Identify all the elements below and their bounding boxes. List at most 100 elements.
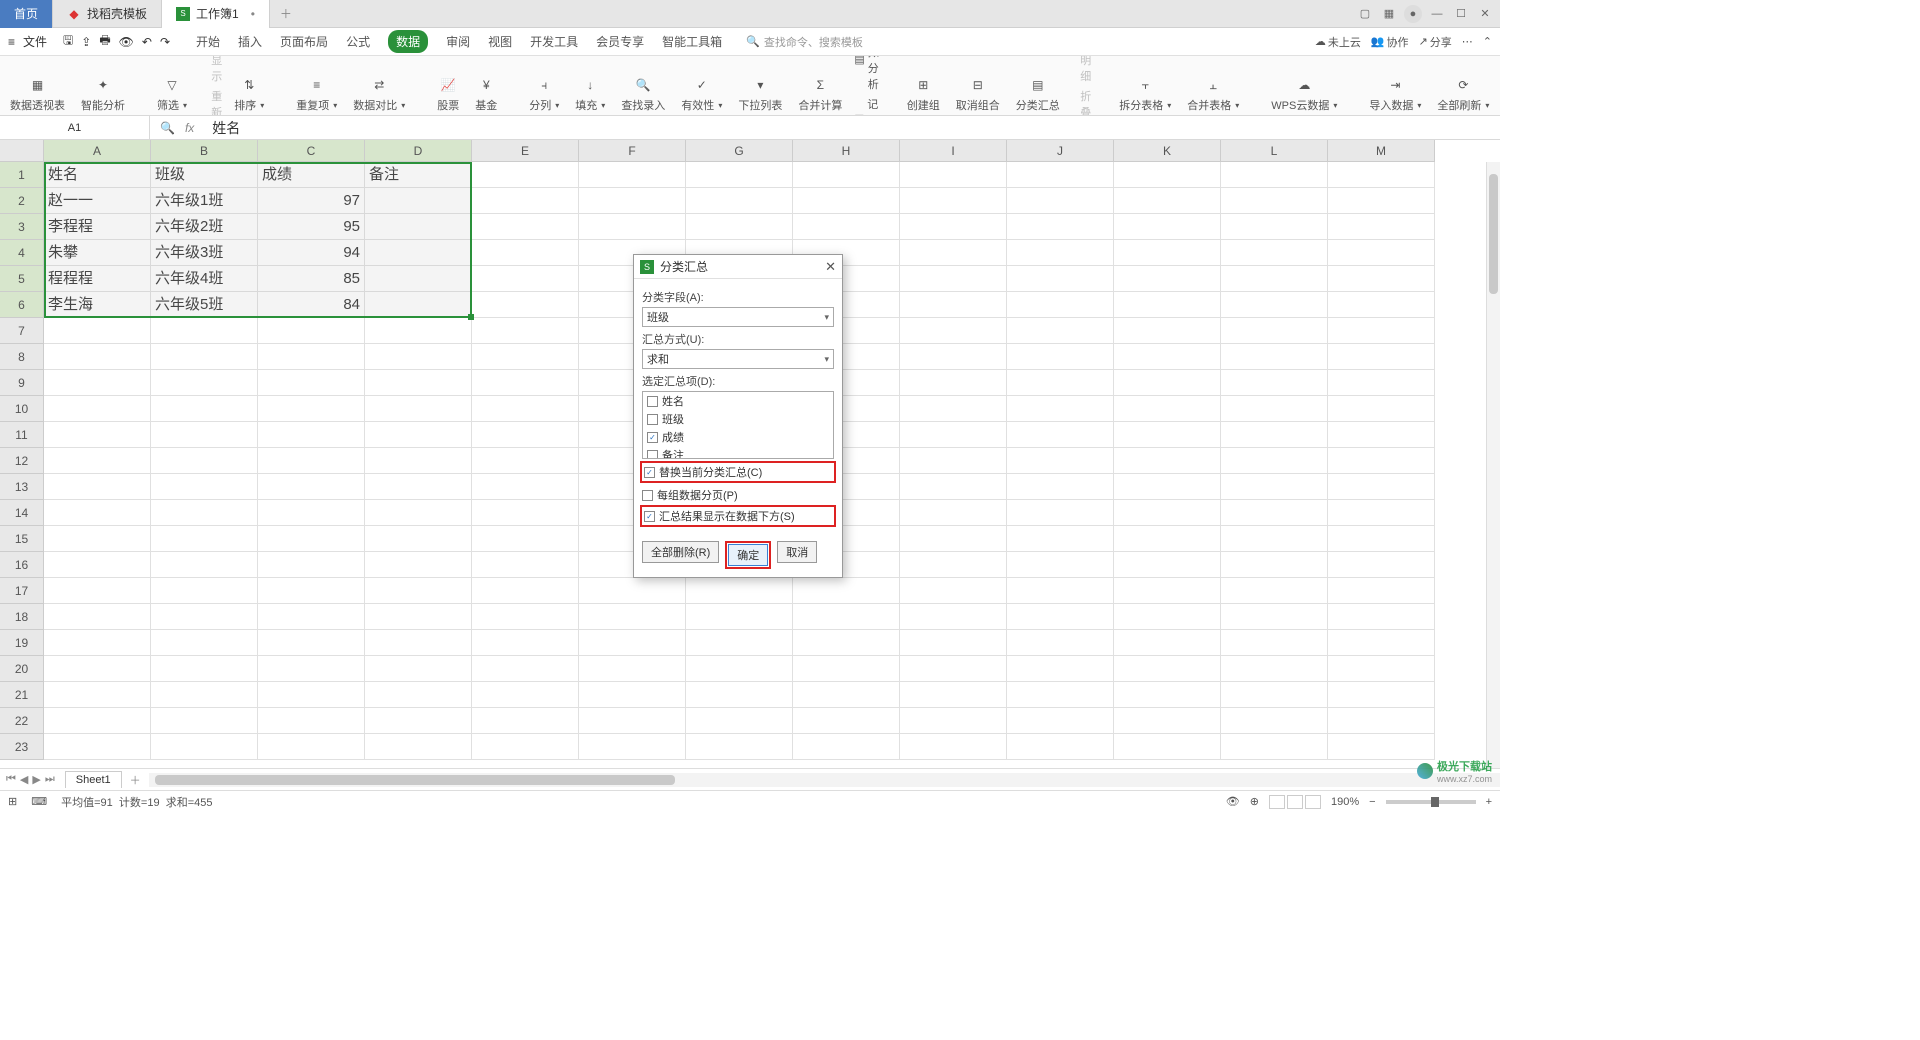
cell-B19[interactable] [151,630,258,656]
cell-C1[interactable]: 成绩 [258,162,365,188]
cell-D17[interactable] [365,578,472,604]
add-tab-button[interactable]: ＋ [270,5,302,22]
pivot-table-button[interactable]: ▦数据透视表 [6,58,69,113]
save-icon[interactable]: 🖫 [63,31,73,52]
menu-start[interactable]: 开始 [196,33,220,50]
cell-I14[interactable] [900,500,1007,526]
cell-K4[interactable] [1114,240,1221,266]
cell-B20[interactable] [151,656,258,682]
cell-C2[interactable]: 97 [258,188,365,214]
opt-replace[interactable]: 替换当前分类汇总(C) [644,464,832,480]
cell-E16[interactable] [472,552,579,578]
cell-D9[interactable] [365,370,472,396]
cell-D4[interactable] [365,240,472,266]
cell-D3[interactable] [365,214,472,240]
simulate-button[interactable]: ▤模拟分析 [854,56,878,92]
row-header-22[interactable]: 22 [0,708,44,734]
cancel-formula-icon[interactable]: 🔍 [160,121,175,135]
group-button[interactable]: ⊞创建组 [903,58,944,113]
cell-H20[interactable] [793,656,900,682]
cell-D6[interactable] [365,292,472,318]
cell-B10[interactable] [151,396,258,422]
cell-K23[interactable] [1114,734,1221,760]
cell-B7[interactable] [151,318,258,344]
cell-B2[interactable]: 六年级1班 [151,188,258,214]
more-icon[interactable]: ⋯ [1462,35,1473,48]
cell-L16[interactable] [1221,552,1328,578]
cell-I11[interactable] [900,422,1007,448]
sheet-nav-first[interactable]: ⏮ [6,773,16,786]
cell-L13[interactable] [1221,474,1328,500]
grid-apps-icon[interactable]: ▦ [1380,5,1398,23]
cell-I8[interactable] [900,344,1007,370]
refresh-all-button[interactable]: ⟳全部刷新 [1433,58,1493,113]
row-header-13[interactable]: 13 [0,474,44,500]
select-all-corner[interactable] [0,140,44,162]
cell-B1[interactable]: 班级 [151,162,258,188]
cell-B8[interactable] [151,344,258,370]
cell-D18[interactable] [365,604,472,630]
collab-button[interactable]: 👥协作 [1371,34,1409,50]
cell-G2[interactable] [686,188,793,214]
cell-J23[interactable] [1007,734,1114,760]
menu-icon[interactable]: ≡ [8,35,15,49]
cell-F21[interactable] [579,682,686,708]
menu-smart-toolbox[interactable]: 智能工具箱 [662,33,722,50]
cell-J8[interactable] [1007,344,1114,370]
zoom-out-button[interactable]: − [1369,796,1375,808]
cell-L7[interactable] [1221,318,1328,344]
row-header-17[interactable]: 17 [0,578,44,604]
cell-A5[interactable]: 程程程 [44,266,151,292]
col-header-C[interactable]: C [258,140,365,162]
dedupe-button[interactable]: ≡重复项 [292,58,341,113]
cell-G3[interactable] [686,214,793,240]
cell-F20[interactable] [579,656,686,682]
cell-A6[interactable]: 李生海 [44,292,151,318]
cell-J1[interactable] [1007,162,1114,188]
cell-B9[interactable] [151,370,258,396]
col-header-I[interactable]: I [900,140,1007,162]
import-data-button[interactable]: ⇥导入数据 [1365,58,1425,113]
close-button[interactable]: ✕ [1476,5,1494,23]
text-to-columns-button[interactable]: ⫞分列 [525,58,563,113]
cell-E18[interactable] [472,604,579,630]
lookup-button[interactable]: 🔍查找录入 [617,58,669,113]
row-header-3[interactable]: 3 [0,214,44,240]
cell-C13[interactable] [258,474,365,500]
col-header-E[interactable]: E [472,140,579,162]
tab-workbook[interactable]: S 工作簿1 [162,0,270,28]
row-header-16[interactable]: 16 [0,552,44,578]
cell-J7[interactable] [1007,318,1114,344]
hscroll-thumb[interactable] [155,775,675,785]
cell-K3[interactable] [1114,214,1221,240]
item-班级[interactable]: 班级 [643,410,833,428]
cell-I2[interactable] [900,188,1007,214]
cell-F23[interactable] [579,734,686,760]
show-all-button[interactable]: ⟳全部显示 [199,56,222,84]
dialog-close-button[interactable]: ✕ [825,259,836,275]
cell-K18[interactable] [1114,604,1221,630]
sort-button[interactable]: ⇅排序 [230,58,268,113]
cell-E6[interactable] [472,292,579,318]
cell-K15[interactable] [1114,526,1221,552]
cell-G23[interactable] [686,734,793,760]
cell-J16[interactable] [1007,552,1114,578]
cell-F17[interactable] [579,578,686,604]
cell-D21[interactable] [365,682,472,708]
cell-H3[interactable] [793,214,900,240]
field-combo[interactable]: 班级 [642,307,834,327]
cell-B23[interactable] [151,734,258,760]
zoom-thumb[interactable] [1431,797,1439,807]
cell-K19[interactable] [1114,630,1221,656]
cell-M9[interactable] [1328,370,1435,396]
cell-M3[interactable] [1328,214,1435,240]
cell-B15[interactable] [151,526,258,552]
cell-I22[interactable] [900,708,1007,734]
item-备注[interactable]: 备注 [643,446,833,459]
menu-insert[interactable]: 插入 [238,33,262,50]
cell-K10[interactable] [1114,396,1221,422]
cell-M14[interactable] [1328,500,1435,526]
row-headers[interactable]: 1234567891011121314151617181920212223 [0,162,44,768]
cell-C10[interactable] [258,396,365,422]
cell-J3[interactable] [1007,214,1114,240]
